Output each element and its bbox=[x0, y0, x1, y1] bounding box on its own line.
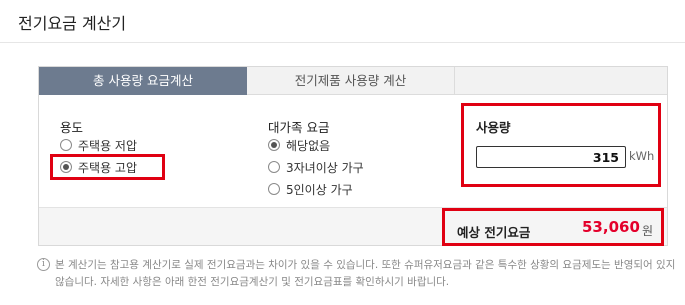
disclaimer-note: 본 계산기는 참고용 계산기로 실제 전기요금과는 차이가 있을 수 있습니다.… bbox=[55, 259, 676, 288]
radio-button[interactable] bbox=[268, 183, 280, 195]
radio-label: 주택용 저압 bbox=[78, 138, 138, 153]
large-family-title: 대가족 요금 bbox=[268, 120, 330, 135]
info-icon: i bbox=[37, 258, 50, 271]
highlight-purpose bbox=[50, 154, 165, 180]
radio-label: 3자녀이상 가구 bbox=[286, 160, 364, 175]
tab-appliance-usage[interactable]: 전기제품 사용량 계산 bbox=[247, 67, 455, 95]
radio-three-children[interactable]: 3자녀이상 가구 bbox=[268, 158, 364, 176]
purpose-title: 용도 bbox=[60, 120, 84, 135]
tab-bar: 총 사용량 요금계산 전기제품 사용량 계산 bbox=[39, 67, 667, 95]
highlight-result bbox=[442, 208, 664, 246]
page-title: 전기요금 계산기 bbox=[18, 14, 127, 33]
radio-button[interactable] bbox=[268, 139, 280, 151]
highlight-usage bbox=[461, 103, 661, 187]
radio-button[interactable] bbox=[60, 139, 72, 151]
calculator-panel: 총 사용량 요금계산 전기제품 사용량 계산 용도 주택용 저압 주택용 고압 … bbox=[38, 66, 668, 246]
radio-label: 해당없음 bbox=[286, 138, 331, 153]
radio-button[interactable] bbox=[268, 161, 280, 173]
title-divider bbox=[0, 42, 685, 43]
radio-not-applicable[interactable]: 해당없음 bbox=[268, 136, 330, 154]
radio-label: 5인이상 가구 bbox=[286, 182, 353, 197]
radio-five-members[interactable]: 5인이상 가구 bbox=[268, 180, 353, 198]
tab-total-usage[interactable]: 총 사용량 요금계산 bbox=[39, 67, 247, 95]
radio-low-voltage[interactable]: 주택용 저압 bbox=[60, 136, 137, 154]
